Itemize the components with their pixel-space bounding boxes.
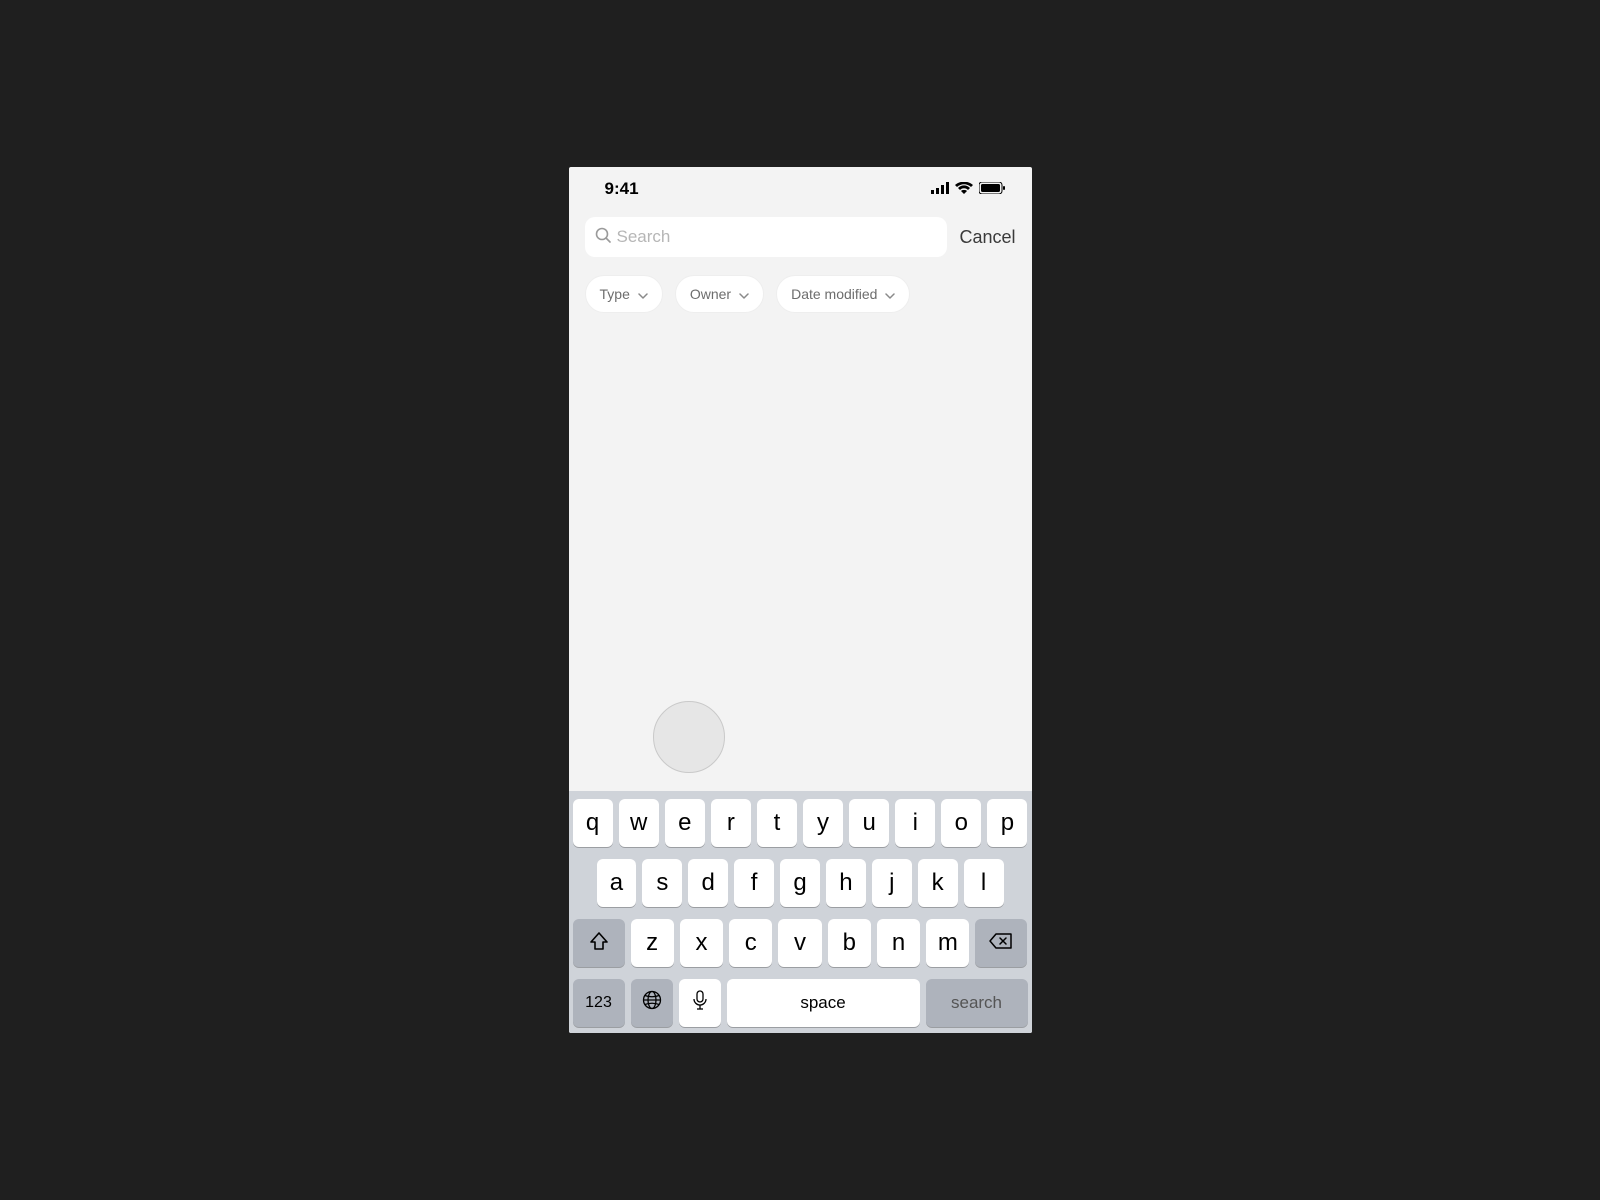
- key-backspace[interactable]: [975, 919, 1027, 967]
- key-f[interactable]: f: [734, 859, 774, 907]
- filter-row: Type Owner Date modified: [569, 263, 1032, 325]
- battery-icon: [979, 179, 1006, 199]
- key-j[interactable]: j: [872, 859, 912, 907]
- kb-row-3: z x c v b n m: [573, 919, 1028, 967]
- status-bar: 9:41: [569, 167, 1032, 211]
- key-q[interactable]: q: [573, 799, 613, 847]
- touch-indicator: [653, 701, 725, 773]
- search-input[interactable]: [617, 227, 938, 247]
- cellular-icon: [931, 179, 949, 199]
- search-row: Cancel: [569, 211, 1032, 263]
- key-globe[interactable]: [631, 979, 673, 1027]
- key-i[interactable]: i: [895, 799, 935, 847]
- globe-icon: [642, 989, 662, 1017]
- status-icons: [931, 179, 1006, 199]
- key-u[interactable]: u: [849, 799, 889, 847]
- key-r[interactable]: r: [711, 799, 751, 847]
- key-a[interactable]: a: [597, 859, 637, 907]
- key-t[interactable]: t: [757, 799, 797, 847]
- chip-label: Owner: [690, 286, 731, 302]
- key-v[interactable]: v: [778, 919, 821, 967]
- search-field[interactable]: [585, 217, 948, 257]
- mic-icon: [693, 989, 707, 1017]
- key-n[interactable]: n: [877, 919, 920, 967]
- phone-frame: 9:41 Cancel Type Owner: [569, 167, 1032, 1033]
- chevron-down-icon: [885, 286, 895, 302]
- key-search[interactable]: search: [926, 979, 1028, 1027]
- wifi-icon: [955, 179, 973, 199]
- key-d[interactable]: d: [688, 859, 728, 907]
- chip-label: Type: [600, 286, 630, 302]
- status-time: 9:41: [605, 179, 639, 199]
- kb-row-2: a s d f g h j k l: [573, 859, 1028, 907]
- key-s[interactable]: s: [642, 859, 682, 907]
- key-l[interactable]: l: [964, 859, 1004, 907]
- chevron-down-icon: [739, 286, 749, 302]
- key-space[interactable]: space: [727, 979, 920, 1027]
- key-z[interactable]: z: [631, 919, 674, 967]
- filter-chip-date-modified[interactable]: Date modified: [776, 275, 910, 313]
- kb-row-1: q w e r t y u i o p: [573, 799, 1028, 847]
- key-w[interactable]: w: [619, 799, 659, 847]
- chip-label: Date modified: [791, 286, 877, 302]
- key-k[interactable]: k: [918, 859, 958, 907]
- filter-chip-type[interactable]: Type: [585, 275, 663, 313]
- filter-chip-owner[interactable]: Owner: [675, 275, 764, 313]
- shift-icon: [589, 929, 609, 957]
- search-icon: [595, 227, 611, 248]
- key-e[interactable]: e: [665, 799, 705, 847]
- key-mic[interactable]: [679, 979, 721, 1027]
- key-p[interactable]: p: [987, 799, 1027, 847]
- chevron-down-icon: [638, 286, 648, 302]
- key-x[interactable]: x: [680, 919, 723, 967]
- backspace-icon: [989, 929, 1013, 957]
- keyboard: q w e r t y u i o p a s d f g h j k l: [569, 791, 1032, 1033]
- key-g[interactable]: g: [780, 859, 820, 907]
- key-h[interactable]: h: [826, 859, 866, 907]
- key-o[interactable]: o: [941, 799, 981, 847]
- cancel-button[interactable]: Cancel: [959, 227, 1015, 248]
- key-b[interactable]: b: [828, 919, 871, 967]
- key-shift[interactable]: [573, 919, 625, 967]
- key-y[interactable]: y: [803, 799, 843, 847]
- key-c[interactable]: c: [729, 919, 772, 967]
- key-numbers[interactable]: 123: [573, 979, 625, 1027]
- key-m[interactable]: m: [926, 919, 969, 967]
- kb-row-4: 123 space search: [573, 979, 1028, 1027]
